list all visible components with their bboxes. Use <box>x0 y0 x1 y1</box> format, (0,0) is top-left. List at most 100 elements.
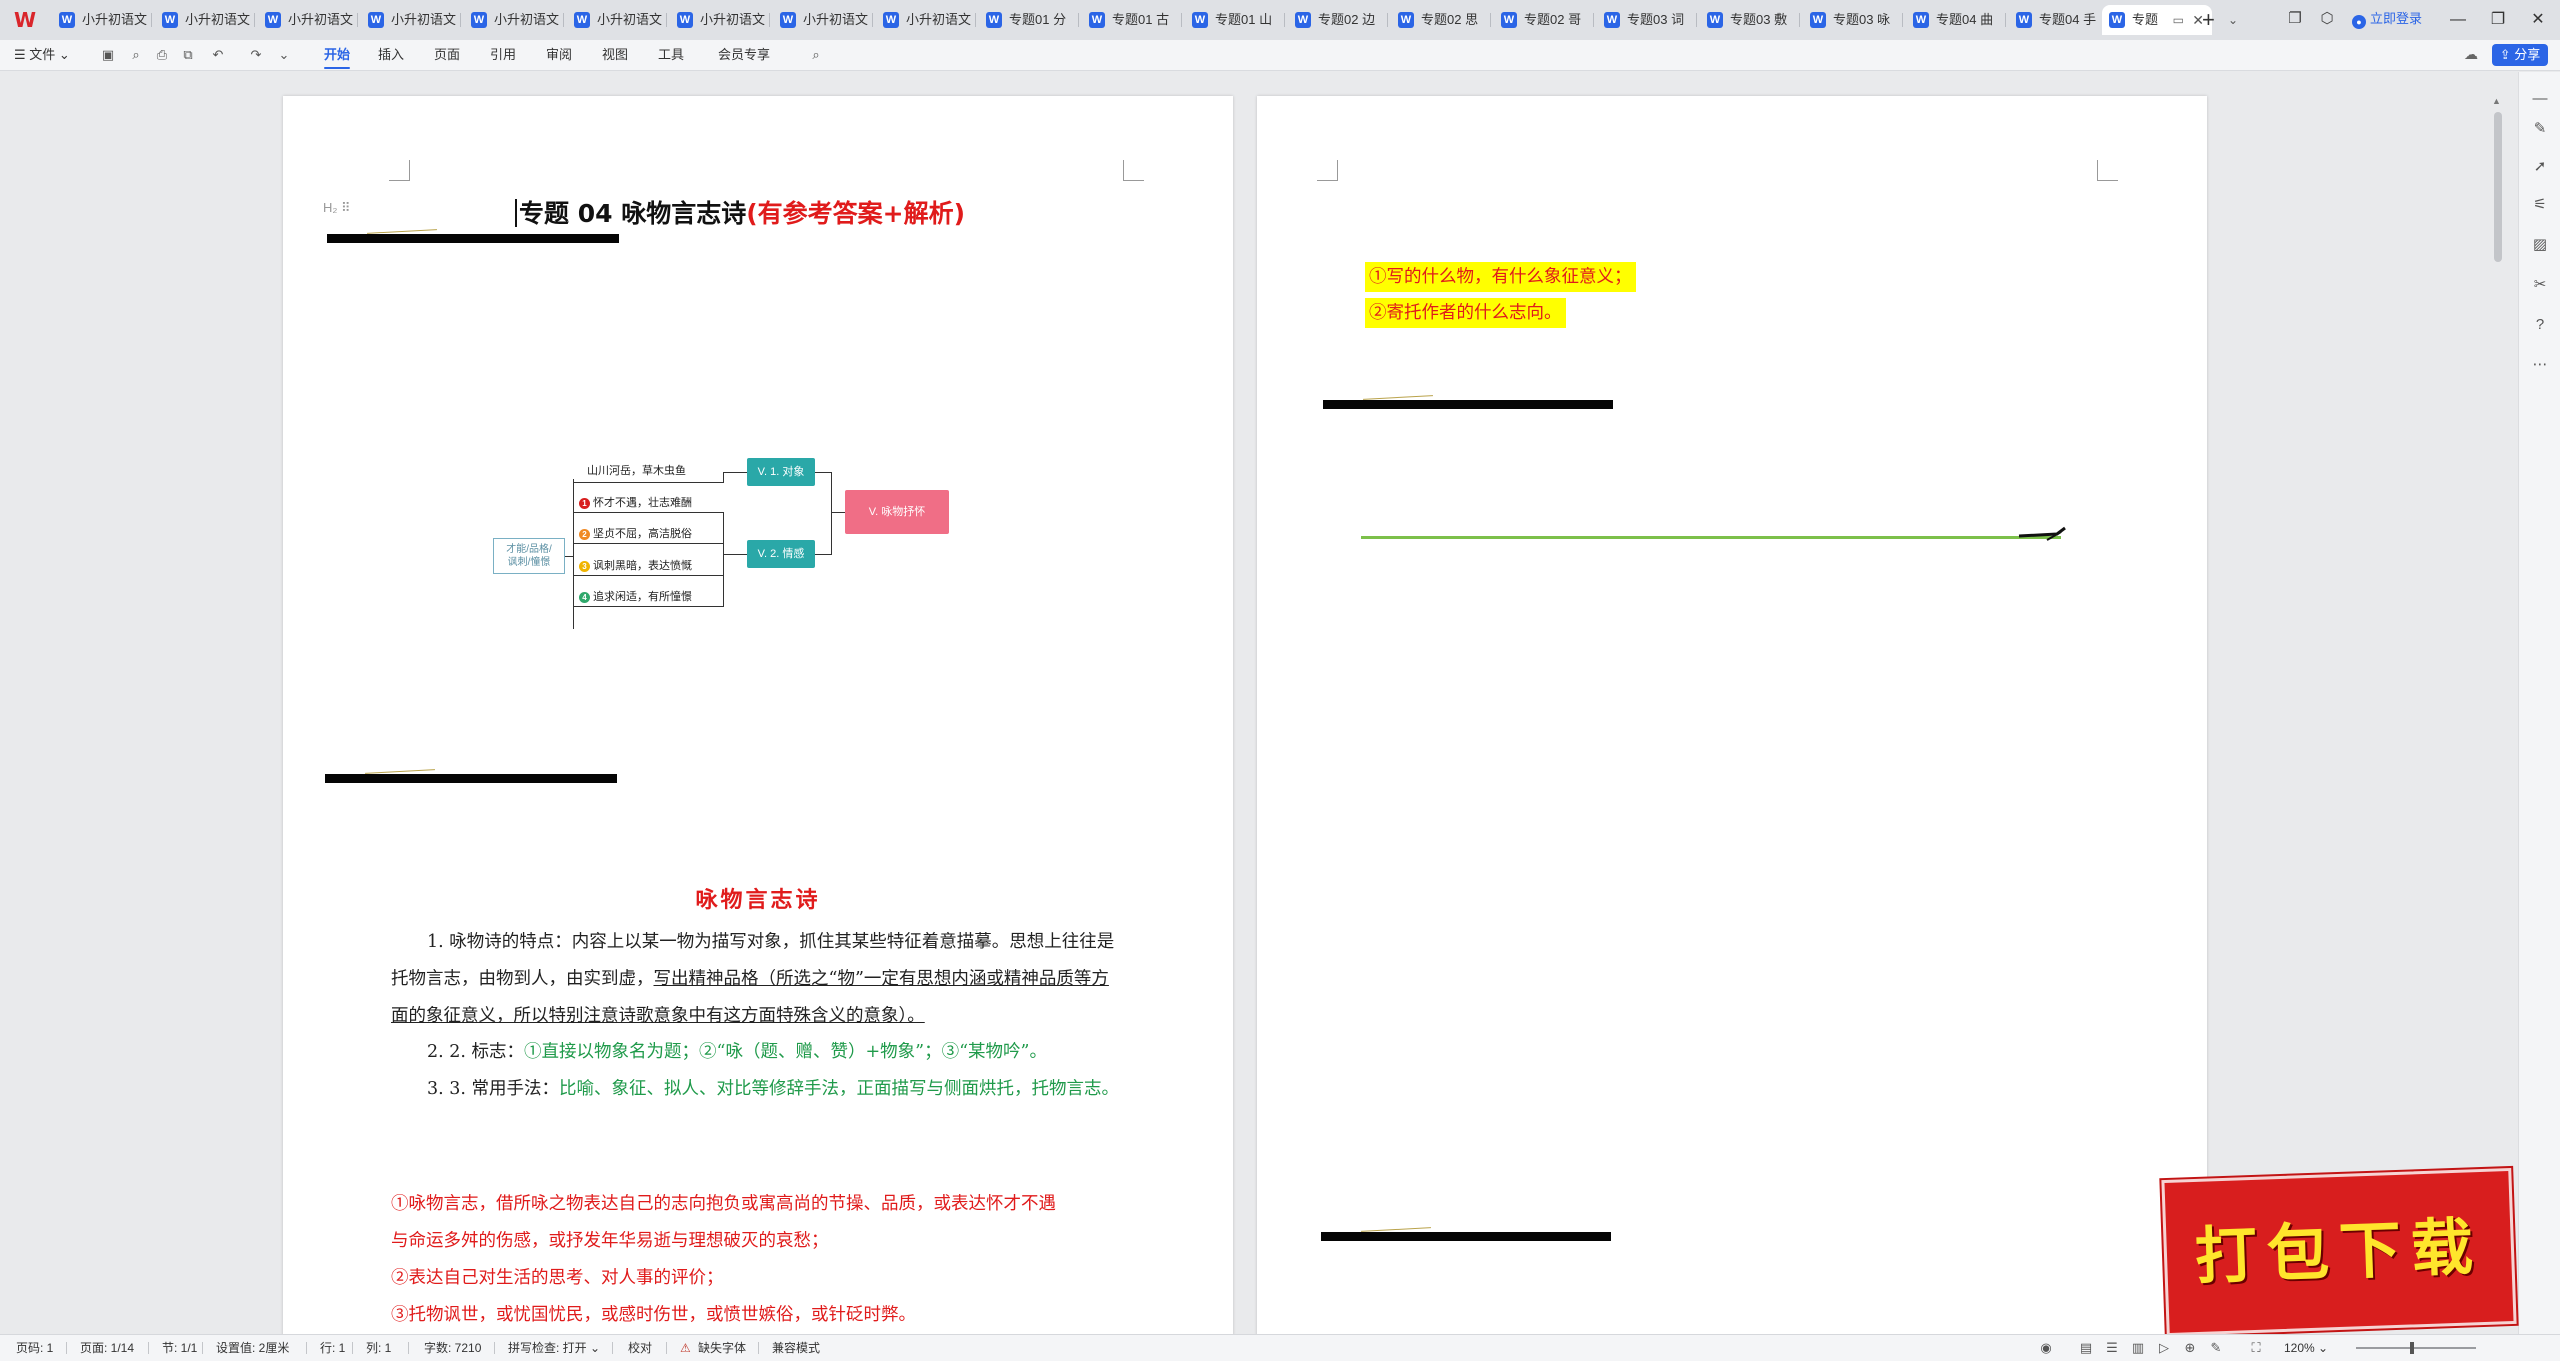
zoom-slider-handle[interactable] <box>2410 1342 2414 1354</box>
mindmap-object-node[interactable]: V. 1. 对象 <box>747 458 815 486</box>
share-button[interactable]: ⇪ 分享 <box>2492 44 2548 66</box>
vertical-scrollbar[interactable] <box>2494 112 2502 262</box>
zoom-slider[interactable] <box>2356 1347 2476 1349</box>
pen-icon[interactable]: ✎ <box>2531 120 2549 138</box>
highlight-line-1[interactable]: ①写的什么物，有什么象征意义； <box>1365 262 1636 292</box>
status-words[interactable]: 字数: 7210 <box>424 1335 481 1361</box>
monitor-icon[interactable]: ▭ <box>2173 5 2184 35</box>
paragraph-3[interactable]: 3. 3. 常用手法：比喻、象征、拟人、对比等修辞手法，正面描写与侧面烘托，托物… <box>391 1071 1123 1108</box>
ribbon-tab[interactable]: 工具 <box>658 40 684 70</box>
document-tab[interactable]: W 小升初语文 <box>464 5 564 35</box>
page-view-icon[interactable]: ▤ <box>2078 1340 2094 1356</box>
document-tab[interactable]: W 专题02 边 <box>1288 5 1388 35</box>
document-tab[interactable]: W 小升初语文 <box>52 5 152 35</box>
eye-icon[interactable]: ◉ <box>2038 1340 2054 1356</box>
section-title[interactable]: 咏物言志诗 <box>283 882 1233 914</box>
status-compat[interactable]: 兼容模式 <box>772 1335 820 1361</box>
more-chevron-icon[interactable]: ⌄ <box>276 47 292 63</box>
red-line-4[interactable]: ③托物讽世，或忧国忧民，或感时伤世，或愤世嫉俗，或针砭时弊。 <box>391 1297 1151 1334</box>
document-tab[interactable]: W 专题04 曲 <box>1906 5 2006 35</box>
document-tab[interactable]: W 专题03 敷 <box>1700 5 1800 35</box>
read-view-icon[interactable]: ▥ <box>2130 1340 2146 1356</box>
fit-page-icon[interactable]: ⛶ <box>2248 1340 2264 1356</box>
select-arrow-icon[interactable]: ➚ <box>2531 158 2549 176</box>
status-col[interactable]: 列: 1 <box>366 1335 391 1361</box>
mindmap-root-node[interactable]: 才能/品格/讽刺/憧憬 <box>493 538 565 574</box>
document-tab[interactable]: W 小升初语文 <box>773 5 873 35</box>
document-tab[interactable]: W 小升初语文 <box>670 5 770 35</box>
tools-icon[interactable]: ✂ <box>2531 276 2549 294</box>
red-line-2[interactable]: 与命运多舛的伤感，或抒发年华易逝与理想破灭的哀愁； <box>391 1223 1151 1260</box>
status-page[interactable]: 页码: 1 <box>16 1335 53 1361</box>
ribbon-tab[interactable]: 引用 <box>490 40 516 70</box>
collapse-icon[interactable]: — <box>2531 90 2549 108</box>
cloud-icon[interactable]: ☁ <box>2464 46 2478 63</box>
ribbon-tab[interactable]: 页面 <box>434 40 460 70</box>
tab-list-chevron-icon[interactable]: ⌄ <box>2228 5 2238 35</box>
scroll-up-icon[interactable]: ▲ <box>2492 96 2501 106</box>
ribbon-tab[interactable]: 会员专享 <box>718 40 770 70</box>
document-tab[interactable]: W 专题03 词 <box>1597 5 1697 35</box>
ribbon-tab[interactable]: 审阅 <box>546 40 572 70</box>
mindmap-center-node[interactable]: V. 咏物抒怀 <box>845 490 949 534</box>
red-line-1[interactable]: ①咏物言志，借所咏之物表达自己的志向抱负或寓高尚的节操、品质，或表达怀才不遇 <box>391 1186 1151 1223</box>
find-icon[interactable]: ⌕ <box>128 47 144 63</box>
document-tab[interactable]: W 小升初语文 <box>876 5 976 35</box>
paragraph-1[interactable]: 1. 咏物诗的特点：内容上以某一物为描写对象，抓住其某些特征着意描摹。思想上往往… <box>391 924 1123 1035</box>
file-menu[interactable]: ☰ 文件 ⌄ <box>14 40 70 70</box>
document-tab[interactable]: W 小升初语文 <box>155 5 255 35</box>
close-window-button[interactable]: ✕ <box>2516 6 2560 34</box>
undo-icon[interactable]: ↶ <box>210 47 226 63</box>
status-section[interactable]: 节: 1/1 <box>162 1335 197 1361</box>
help-icon[interactable]: ? <box>2531 316 2549 334</box>
status-missing-font[interactable]: 缺失字体 <box>698 1335 746 1361</box>
mindmap-emotion-node[interactable]: V. 2. 情感 <box>747 540 815 568</box>
document-tab[interactable]: W 专题02 哥 <box>1494 5 1594 35</box>
ribbon-tab[interactable]: 插入 <box>378 40 404 70</box>
play-icon[interactable]: ▷ <box>2156 1340 2172 1356</box>
document-page-1[interactable]: H₂ ⠿ 专题 04 咏物言志诗(有参考答案+解析) 才能/品格/讽刺/憧憬 山… <box>283 96 1233 1336</box>
ribbon-tab[interactable]: 开始 <box>324 40 351 70</box>
window-layout-icon[interactable]: ❐ <box>2286 10 2304 28</box>
status-spellcheck[interactable]: 拼写检查: 打开 ⌄ <box>508 1335 600 1361</box>
restore-button[interactable]: ❐ <box>2476 6 2520 34</box>
outline-view-icon[interactable]: ☰ <box>2104 1340 2120 1356</box>
pen-mode-icon[interactable]: ✎ <box>2208 1340 2224 1356</box>
document-tab[interactable]: W 小升初语文 <box>567 5 667 35</box>
document-tab[interactable]: W 专题03 咏 <box>1803 5 1903 35</box>
download-badge[interactable]: 打包下载 <box>2161 1167 2517 1337</box>
status-pages[interactable]: 页面: 1/14 <box>80 1335 134 1361</box>
more-icon[interactable]: ⋯ <box>2531 356 2549 374</box>
print-preview-icon[interactable]: ⧉ <box>180 47 196 63</box>
image-edit-icon[interactable]: ▨ <box>2531 236 2549 254</box>
document-tab[interactable]: W 专题01 分 <box>979 5 1079 35</box>
minimize-button[interactable]: — <box>2436 6 2480 34</box>
document-tab[interactable]: W 专题02 思 <box>1391 5 1491 35</box>
web-view-icon[interactable]: ⊕ <box>2182 1340 2198 1356</box>
red-line-3[interactable]: ②表达自己对生活的思考、对人事的评价； <box>391 1260 1151 1297</box>
wps-logo-icon[interactable]: W <box>14 9 36 31</box>
mindmap[interactable]: 才能/品格/讽刺/憧憬 山川河岳，草木虫鱼 V. 1. 对象 1 怀才不遇，壮志难… <box>483 454 1003 724</box>
redo-icon[interactable]: ↷ <box>248 47 264 63</box>
heading-handle-icon[interactable]: H₂ ⠿ <box>323 200 351 216</box>
active-tab[interactable]: W 专题 ▭ ✕ <box>2102 5 2212 35</box>
new-tab-button[interactable]: + <box>2202 5 2215 35</box>
search-icon[interactable]: ⌕ <box>808 47 824 63</box>
print-icon[interactable]: ⎙ <box>154 47 170 63</box>
ribbon-tab[interactable]: 视图 <box>602 40 628 70</box>
save-icon[interactable]: ▣ <box>100 47 116 63</box>
adjust-icon[interactable]: ⚟ <box>2531 196 2549 214</box>
document-page-2[interactable]: ①写的什么物，有什么象征意义； ②寄托作者的什么志向。 <box>1257 96 2207 1336</box>
document-title[interactable]: 专题 04 咏物言志诗(有参考答案+解析) <box>515 194 965 230</box>
document-tab[interactable]: W 专题01 山 <box>1185 5 1285 35</box>
highlight-line-2[interactable]: ②寄托作者的什么志向。 <box>1365 298 1566 328</box>
document-tab[interactable]: W 小升初语文 <box>258 5 358 35</box>
status-proof[interactable]: 校对 <box>628 1335 652 1361</box>
status-setting[interactable]: 设置值: 2厘米 <box>216 1335 289 1361</box>
document-tab[interactable]: W 小升初语文 <box>361 5 461 35</box>
status-row[interactable]: 行: 1 <box>320 1335 345 1361</box>
zoom-level[interactable]: 120% ⌄ <box>2284 1335 2328 1361</box>
document-tab[interactable]: W 专题01 古 <box>1082 5 1182 35</box>
settings-cube-icon[interactable]: ⬡ <box>2318 10 2336 28</box>
paragraph-2[interactable]: 2. 2. 标志：①直接以物象名为题；②“咏（题、赠、赞）+物象”；③“某物吟”… <box>391 1034 1123 1071</box>
